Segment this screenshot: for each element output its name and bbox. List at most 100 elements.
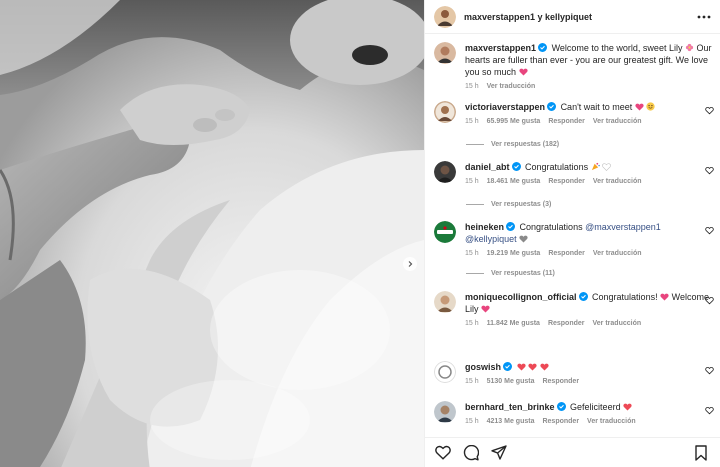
comment-message: Congratulations! — [592, 292, 658, 302]
avatar[interactable] — [434, 161, 456, 183]
like-comment-heart-icon[interactable] — [705, 296, 714, 305]
reply-button[interactable]: Responder — [542, 418, 579, 425]
instagram-post: maxverstappen1 y kellypiquet maxverstapp… — [0, 0, 720, 467]
like-comment-heart-icon[interactable] — [705, 406, 714, 415]
comment-time[interactable]: 15 h — [465, 320, 479, 327]
comment-meta: 15 h 18.461 Me gusta Responder Ver tradu… — [465, 178, 714, 185]
reply-button[interactable]: Responder — [542, 378, 579, 385]
comment-meta: 15 h 4213 Me gusta Responder Ver traducc… — [465, 418, 714, 425]
comment-text: goswish — [465, 361, 714, 373]
pink-heart-emoji-icon — [660, 293, 669, 301]
comment-message: Congratulations — [519, 222, 583, 232]
comment-message: Congratulations — [525, 162, 589, 172]
red-heart-emoji-icon — [623, 403, 632, 411]
comment-time[interactable]: 15 h — [465, 418, 479, 425]
caption-username[interactable]: maxverstappen1 — [465, 43, 536, 53]
comment-message: Gefeliciteerd — [570, 402, 621, 412]
comment-likes[interactable]: 65.995 Me gusta — [487, 118, 541, 125]
like-comment-heart-icon[interactable] — [705, 166, 714, 175]
more-icon — [697, 15, 711, 18]
view-replies-link[interactable]: Ver respuestas (11) — [466, 270, 555, 277]
chevron-right-icon — [408, 261, 413, 267]
comment-message: Can't wait to meet — [560, 102, 633, 112]
see-translation-link[interactable]: Ver traducción — [593, 250, 642, 257]
like-comment-heart-icon[interactable] — [705, 106, 714, 115]
comment-username[interactable]: victoriaverstappen — [465, 102, 545, 112]
avatar[interactable] — [434, 361, 456, 383]
comment-meta: 15 h 11.842 Me gusta Responder Ver tradu… — [465, 320, 714, 327]
comment-likes[interactable]: 5130 Me gusta — [487, 378, 535, 385]
avatar[interactable] — [434, 401, 456, 423]
comment-time[interactable]: 15 h — [465, 250, 479, 257]
like-button[interactable] — [435, 445, 451, 461]
mention-link[interactable]: @kellypiquet — [465, 234, 517, 244]
post-side-panel: maxverstappen1 y kellypiquet maxverstapp… — [424, 0, 720, 467]
comment-likes[interactable]: 18.461 Me gusta — [487, 178, 541, 185]
verified-icon — [506, 222, 516, 231]
comment-likes[interactable]: 4213 Me gusta — [487, 418, 535, 425]
comment-time[interactable]: 15 h — [465, 178, 479, 185]
see-translation-link[interactable]: Ver traducción — [593, 320, 642, 327]
see-translation-link[interactable]: Ver traducción — [593, 118, 642, 125]
caption-meta: 15 h Ver traducción — [465, 83, 714, 90]
party-popper-emoji-icon — [591, 162, 600, 171]
avatar[interactable] — [434, 5, 456, 28]
comment-item: bernhard_ten_brinke Gefeliciteerd 15 h 4… — [434, 401, 714, 425]
pink-heart-emoji-icon — [481, 305, 490, 313]
comment-username[interactable]: daniel_abt — [465, 162, 510, 172]
verified-icon — [547, 102, 557, 111]
pink-heart-emoji-icon — [518, 68, 528, 76]
flower-emoji-icon — [685, 43, 694, 52]
share-button[interactable] — [491, 445, 507, 461]
view-replies-link[interactable]: Ver respuestas (3) — [466, 201, 551, 208]
view-replies-label: Ver respuestas (182) — [491, 141, 560, 148]
comment-item: victoriaverstappen Can't wait to meet 15… — [434, 101, 714, 125]
reply-button[interactable]: Responder — [548, 118, 585, 125]
comment-button[interactable] — [463, 444, 479, 461]
view-replies-link[interactable]: Ver respuestas (182) — [466, 141, 559, 148]
comment-likes[interactable]: 19.219 Me gusta — [487, 250, 541, 257]
comment-time[interactable]: 15 h — [465, 118, 479, 125]
post-photo[interactable] — [0, 0, 424, 467]
see-translation-link[interactable]: Ver traducción — [487, 83, 536, 90]
verified-icon — [578, 292, 588, 301]
comment-time[interactable]: 15 h — [465, 378, 479, 385]
see-translation-link[interactable]: Ver traducción — [587, 418, 636, 425]
post-caption: maxverstappen1 Welcome to the world, swe… — [434, 42, 714, 90]
reply-button[interactable]: Responder — [548, 250, 585, 257]
reply-button[interactable]: Responder — [548, 320, 585, 327]
reply-button[interactable]: Responder — [548, 178, 585, 185]
comment-username[interactable]: bernhard_ten_brinke — [465, 402, 555, 412]
mention-link[interactable]: @maxverstappen1 — [585, 222, 661, 232]
see-translation-link[interactable]: Ver traducción — [593, 178, 642, 185]
verified-icon — [511, 162, 521, 171]
post-action-bar — [425, 437, 720, 467]
caption-time[interactable]: 15 h — [465, 83, 479, 90]
white-heart-emoji-icon — [602, 163, 611, 171]
comment-username[interactable]: moniquecollignon_official — [465, 292, 577, 302]
verified-icon — [503, 362, 513, 371]
like-comment-heart-icon[interactable] — [705, 226, 714, 235]
like-comment-heart-icon[interactable] — [705, 366, 714, 375]
comment-likes[interactable]: 11.842 Me gusta — [487, 320, 540, 327]
comment-meta: 15 h 65.995 Me gusta Responder Ver tradu… — [465, 118, 714, 125]
avatar[interactable] — [434, 291, 456, 313]
comment-item: daniel_abt Congratulations 15 h 18.461 M… — [434, 161, 714, 185]
avatar[interactable] — [434, 42, 456, 64]
replies-divider — [466, 273, 484, 274]
comment-item: moniquecollignon_official Congratulation… — [434, 291, 714, 327]
comment-username[interactable]: goswish — [465, 362, 501, 372]
comment-text: bernhard_ten_brinke Gefeliciteerd — [465, 401, 714, 413]
bookmark-icon — [695, 444, 707, 461]
comment-username[interactable]: heineken — [465, 222, 504, 232]
heart-icon — [435, 445, 451, 460]
save-button[interactable] — [694, 444, 710, 461]
next-photo-button[interactable] — [403, 257, 417, 271]
pink-heart-emoji-icon — [635, 103, 644, 111]
verified-icon — [556, 402, 566, 411]
red-heart-emoji-icon — [516, 363, 526, 371]
more-options-button[interactable] — [696, 9, 712, 25]
post-author-names[interactable]: maxverstappen1 y kellypiquet — [464, 12, 592, 22]
avatar[interactable] — [434, 101, 456, 123]
avatar[interactable] — [434, 221, 456, 243]
